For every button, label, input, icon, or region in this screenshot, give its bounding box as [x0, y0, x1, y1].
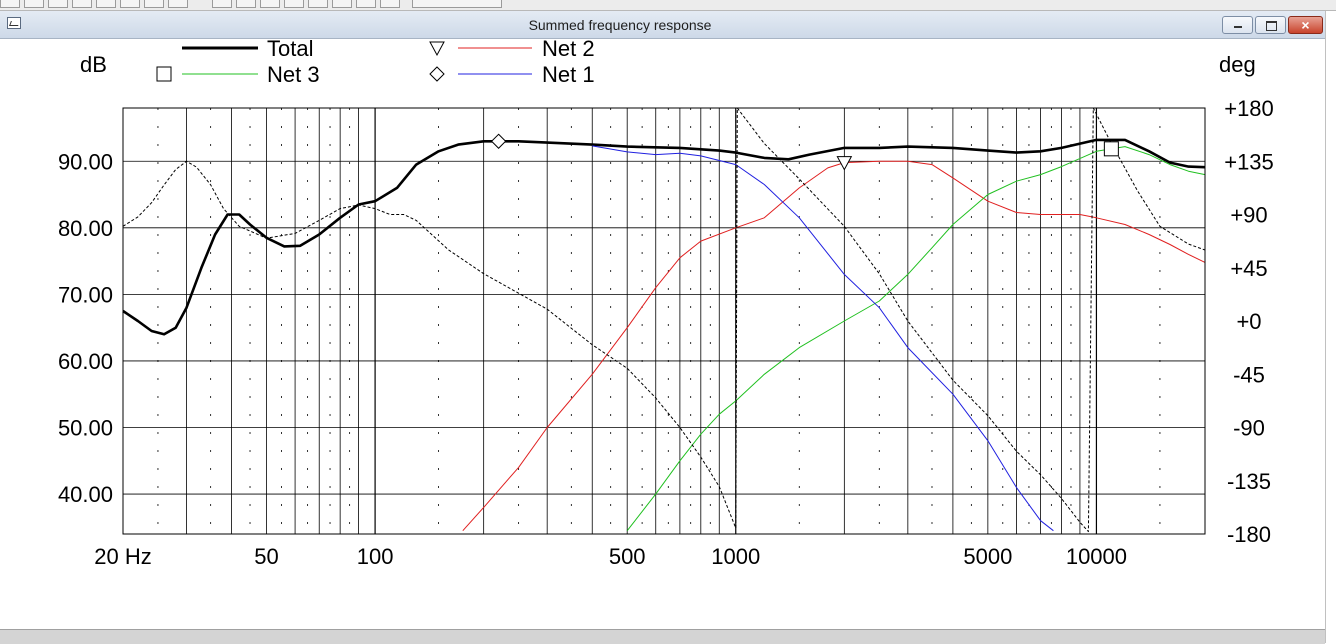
- right-tick-label: +0: [1236, 309, 1261, 334]
- legend-total-label: Total: [267, 36, 313, 61]
- left-tick-label: 80.00: [58, 216, 113, 241]
- left-tick-label: 40.00: [58, 482, 113, 507]
- series-net-2-marker: [836, 156, 853, 171]
- left-tick-label: 60.00: [58, 349, 113, 374]
- right-tick-label: +180: [1224, 96, 1274, 121]
- left-axis-label: dB: [80, 52, 107, 77]
- status-bar: [0, 629, 1325, 644]
- x-tick-label: 50: [254, 544, 278, 569]
- series-total-phase-line: [122, 107, 1206, 533]
- right-tick-label: -180: [1227, 522, 1271, 547]
- x-tick-label: 500: [609, 544, 646, 569]
- x-tick-label: 100: [357, 544, 394, 569]
- plot-frame: [122, 107, 1206, 535]
- right-tick-label: -90: [1233, 416, 1265, 441]
- right-tick-label: +90: [1230, 203, 1267, 228]
- legend-net-1-marker: [429, 66, 445, 82]
- series-net-3-marker: [1103, 141, 1119, 157]
- x-tick-label: 1000: [711, 544, 760, 569]
- series-net-2-line: [462, 160, 1206, 532]
- right-tick-label: +45: [1230, 256, 1267, 281]
- right-axis-label: deg: [1219, 52, 1256, 77]
- window-right-edge: [1325, 11, 1336, 643]
- series-total-line: [122, 138, 1206, 336]
- series-net-3-line: [626, 146, 1206, 532]
- frequency-response-chart: 40.0050.0060.0070.0080.0090.00 -180-135-…: [58, 36, 1274, 569]
- right-tick-label: -45: [1233, 362, 1265, 387]
- left-tick-label: 50.00: [58, 416, 113, 441]
- x-tick-label: 5000: [963, 544, 1012, 569]
- legend-net-1-label: Net 1: [542, 62, 595, 87]
- left-tick-label: 70.00: [58, 282, 113, 307]
- series-net-1-line: [592, 145, 1054, 532]
- legend-net-2-marker: [429, 41, 445, 57]
- legend-net-2-label: Net 2: [542, 36, 595, 61]
- right-tick-label: -135: [1227, 469, 1271, 494]
- legend-net-3-label: Net 3: [267, 62, 320, 87]
- legend-net-3-marker: [156, 66, 172, 82]
- right-tick-label: +135: [1224, 149, 1274, 174]
- series-net-1-marker: [490, 133, 507, 149]
- right-axis: -180 -135 -90 -45 +0 +45 +90 +135 +180: [1224, 96, 1274, 547]
- left-tick-label: 90.00: [58, 149, 113, 174]
- x-tick-label: 10000: [1066, 544, 1127, 569]
- left-axis: 40.00 50.00 60.00 70.00 80.00 90.00: [58, 149, 113, 507]
- grid: [122, 108, 1206, 534]
- x-tick-label: 20 Hz: [94, 544, 151, 569]
- legend: Total Net 2 Net 3 Net 1: [156, 36, 595, 87]
- curves: [122, 107, 1206, 533]
- x-axis: 20 Hz 50 100 500 1000 5000 10000: [94, 544, 1127, 569]
